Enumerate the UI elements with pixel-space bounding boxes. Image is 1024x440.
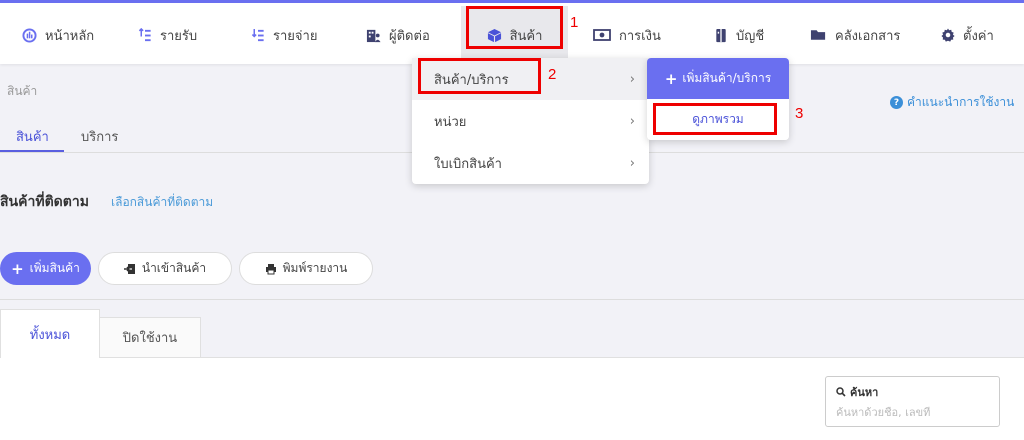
import-icon bbox=[123, 263, 135, 274]
help-icon: ? bbox=[890, 96, 903, 109]
search-box: ค้นหา bbox=[825, 376, 1000, 427]
help-link[interactable]: ? คำแนะนำการใช้งาน bbox=[890, 93, 1014, 112]
nav-item-settings[interactable]: ตั้งค่า bbox=[941, 6, 994, 64]
expense-list-icon bbox=[251, 28, 264, 41]
printer-icon bbox=[265, 263, 276, 274]
chevron-right-icon: › bbox=[629, 114, 635, 129]
nav-item-expense[interactable]: รายจ่าย bbox=[251, 6, 317, 64]
search-input[interactable] bbox=[836, 406, 986, 419]
nav-label-documents: คลังเอกสาร bbox=[835, 28, 901, 44]
print-report-button[interactable]: พิมพ์รายงาน bbox=[239, 252, 373, 285]
annotation-marker-3: 3 bbox=[795, 105, 804, 122]
nav-label-expense: รายจ่าย bbox=[273, 28, 318, 44]
nav-item-income[interactable]: รายรับ bbox=[138, 6, 197, 64]
annotation-box-overview bbox=[653, 103, 777, 135]
nav-item-home[interactable]: หน้าหลัก bbox=[22, 6, 94, 64]
tab-all[interactable]: ทั้งหมด bbox=[0, 309, 100, 358]
chevron-right-icon: › bbox=[629, 72, 635, 87]
subtab-services[interactable]: บริการ bbox=[81, 126, 118, 147]
annotation-box-products-nav bbox=[466, 6, 563, 49]
plus-icon: + bbox=[664, 69, 678, 88]
contact-icon bbox=[366, 29, 381, 42]
nav-item-contacts[interactable]: ผู้ติดต่อ bbox=[366, 6, 430, 64]
nav-label-contacts: ผู้ติดต่อ bbox=[389, 28, 430, 44]
nav-label-accounting: บัญชี bbox=[736, 28, 765, 44]
dashboard-icon bbox=[22, 27, 37, 43]
nav-label-finance: การเงิน bbox=[619, 28, 661, 44]
tracked-products-title: สินค้าที่ติดตาม bbox=[0, 194, 89, 210]
gear-icon bbox=[941, 28, 955, 42]
add-product-service-label: เพิ่มสินค้า/บริการ bbox=[682, 71, 772, 85]
annotation-marker-2: 2 bbox=[548, 66, 557, 83]
add-product-label: เพิ่มสินค้า bbox=[29, 261, 80, 275]
divider bbox=[0, 299, 1024, 300]
search-icon bbox=[836, 387, 846, 397]
subtab-products[interactable]: สินค้า bbox=[16, 126, 49, 147]
annotation-box-products-services bbox=[418, 58, 541, 94]
select-tracked-products-link[interactable]: เลือกสินค้าที่ติดตาม bbox=[111, 193, 213, 212]
search-label: ค้นหา bbox=[836, 383, 989, 401]
menu-item-units[interactable]: หน่วย › bbox=[412, 100, 649, 142]
income-list-icon bbox=[138, 27, 151, 41]
money-icon bbox=[593, 29, 611, 41]
nav-item-documents[interactable]: คลังเอกสาร bbox=[810, 6, 900, 64]
menu-item-label: หน่วย bbox=[434, 114, 467, 130]
nav-item-finance[interactable]: การเงิน bbox=[593, 6, 661, 64]
print-report-label: พิมพ์รายงาน bbox=[282, 261, 348, 275]
menu-item-label: ใบเบิกสินค้า bbox=[434, 156, 502, 172]
folder-icon bbox=[810, 30, 826, 40]
add-product-service-button[interactable]: + เพิ่มสินค้า/บริการ bbox=[647, 58, 789, 99]
chevron-right-icon: › bbox=[629, 156, 635, 171]
add-product-button[interactable]: + เพิ่มสินค้า bbox=[0, 252, 91, 285]
help-label: คำแนะนำการใช้งาน bbox=[907, 95, 1015, 109]
import-products-button[interactable]: นำเข้าสินค้า bbox=[98, 252, 232, 285]
nav-label-settings: ตั้งค่า bbox=[963, 28, 994, 44]
ledger-icon bbox=[716, 28, 726, 42]
nav-item-accounting[interactable]: บัญชี bbox=[714, 6, 764, 64]
menu-item-requisition[interactable]: ใบเบิกสินค้า › bbox=[412, 142, 649, 184]
search-label-text: ค้นหา bbox=[850, 386, 879, 399]
nav-label-income: รายรับ bbox=[160, 28, 198, 44]
annotation-marker-1: 1 bbox=[570, 14, 579, 31]
tab-disabled[interactable]: ปิดใช้งาน bbox=[99, 317, 201, 357]
nav-label-home: หน้าหลัก bbox=[45, 28, 95, 44]
plus-icon: + bbox=[11, 259, 24, 278]
breadcrumb: สินค้า bbox=[7, 84, 38, 98]
import-products-label: นำเข้าสินค้า bbox=[141, 261, 207, 275]
